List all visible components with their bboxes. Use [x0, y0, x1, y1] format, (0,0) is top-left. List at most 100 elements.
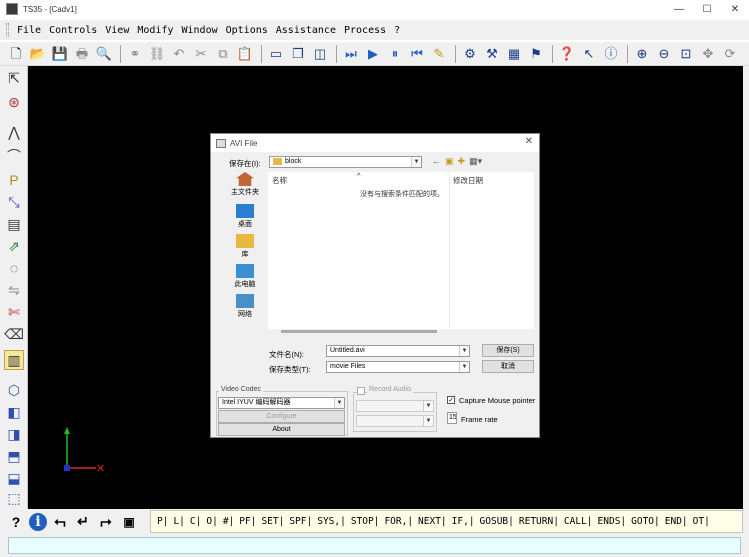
machine-icon[interactable]: ⚙ [460, 44, 480, 64]
command-item[interactable]: C| [190, 516, 201, 527]
dialog-close-button[interactable]: ✕ [525, 136, 533, 147]
trim-icon[interactable]: ✄ [4, 302, 24, 322]
column-name[interactable]: 名称 [272, 175, 287, 186]
command-item[interactable]: O| [206, 516, 217, 527]
panel-icon[interactable]: ▦ [504, 44, 524, 64]
command-item[interactable]: STOP| [351, 516, 380, 527]
command-item[interactable]: NEXT| [418, 516, 447, 527]
menu-modify[interactable]: Modify [133, 25, 177, 36]
place-library[interactable]: 库 [225, 234, 265, 262]
menu-view[interactable]: View [101, 25, 133, 36]
menu-help[interactable]: ? [390, 25, 404, 36]
undo-icon[interactable]: ↶ [169, 44, 189, 64]
filename-input[interactable]: Untitled.avi ▼ [326, 345, 470, 357]
command-item[interactable]: SPF| [289, 516, 312, 527]
view-front-icon[interactable]: ◧ [4, 402, 24, 422]
paste-icon[interactable]: 📋 [235, 44, 255, 64]
pan-icon[interactable]: ✥ [698, 44, 718, 64]
menu-assistance[interactable]: Assistance [272, 25, 340, 36]
command-item[interactable]: #| [223, 516, 234, 527]
step-back-icon[interactable]: ⏮ [407, 44, 427, 64]
audio-format-select[interactable]: ▼ [356, 415, 434, 427]
command-item[interactable]: SET| [261, 516, 284, 527]
play-icon[interactable]: ▶ [363, 44, 383, 64]
link-icon[interactable]: ⛓ [147, 44, 167, 64]
origin-icon[interactable]: ⊛ [4, 92, 24, 112]
file-list[interactable]: 名称 ^ 修改日期 没有与搜索条件匹配的项。 [268, 171, 534, 329]
view-iso-icon[interactable]: ⬡ [4, 380, 24, 400]
command-item[interactable]: RETURN| [519, 516, 559, 527]
zoom-in-icon[interactable]: ⊕ [632, 44, 652, 64]
step-left-icon[interactable]: ⮢ [50, 512, 70, 532]
command-item[interactable]: P| [157, 516, 168, 527]
filetype-select[interactable]: movie Files ▼ [326, 361, 470, 373]
frame-rate-input[interactable]: 15 [447, 412, 457, 424]
select-icon[interactable]: ⇱ [4, 68, 24, 88]
cut-icon[interactable]: ✂ [191, 44, 211, 64]
rotate-icon[interactable]: ⟳ [720, 44, 740, 64]
menu-controls[interactable]: Controls [45, 25, 101, 36]
view-3d-icon[interactable]: ⬓ [4, 468, 24, 488]
window-tile-icon[interactable]: ◫ [310, 44, 330, 64]
horizontal-scrollbar[interactable] [281, 330, 437, 333]
layers-icon[interactable]: ▥ [4, 350, 24, 370]
window-single-icon[interactable]: ▭ [266, 44, 286, 64]
simulation-icon[interactable]: ⚒ [482, 44, 502, 64]
menu-file[interactable]: File [13, 25, 45, 36]
view-menu-icon[interactable]: ▦▾ [469, 156, 482, 168]
command-item[interactable]: SYS,| [317, 516, 346, 527]
close-window-button[interactable]: ✕ [721, 0, 749, 18]
pause-icon[interactable]: ⏸ [385, 44, 405, 64]
view-top-icon[interactable]: ⬒ [4, 446, 24, 466]
command-item[interactable]: L| [173, 516, 184, 527]
info-button[interactable]: i [29, 512, 47, 531]
zoom-out-icon[interactable]: ⊖ [654, 44, 674, 64]
command-item[interactable]: END| [665, 516, 688, 527]
print-icon[interactable]: 🖶 [72, 44, 92, 64]
command-input[interactable] [8, 537, 741, 554]
place-this-pc[interactable]: 此电脑 [225, 264, 265, 292]
new-file-icon[interactable]: 🗋 [6, 44, 26, 64]
copy-icon[interactable]: ⧉ [213, 44, 233, 64]
stop-icon[interactable]: ▣ [119, 512, 139, 532]
command-item[interactable]: PF| [239, 516, 256, 527]
menu-options[interactable]: Options [222, 25, 272, 36]
save-button[interactable]: 保存(S) [482, 344, 534, 357]
up-folder-icon[interactable]: ▣ [445, 156, 454, 168]
polyline-icon[interactable]: ⋀ [4, 122, 24, 142]
help-book-icon[interactable]: ❓ [557, 44, 577, 64]
command-item[interactable]: IF,| [452, 516, 475, 527]
minimize-button[interactable]: — [665, 0, 693, 18]
arc-icon[interactable]: ⌒ [4, 146, 24, 166]
place-network[interactable]: 网络 [225, 294, 265, 322]
erase-icon[interactable]: ⌫ [4, 324, 24, 344]
record-audio-checkbox[interactable] [357, 387, 365, 395]
offset-icon[interactable]: ◌ [4, 258, 24, 278]
view-side-icon[interactable]: ◨ [4, 424, 24, 444]
command-item[interactable]: OT| [693, 516, 710, 527]
command-item[interactable]: FOR,| [384, 516, 413, 527]
point-icon[interactable]: P [4, 170, 24, 190]
command-item[interactable]: CALL| [564, 516, 593, 527]
command-item[interactable]: GOSUB| [480, 516, 514, 527]
cancel-button[interactable]: 取消 [482, 360, 534, 373]
mirror-icon[interactable]: ⇋ [4, 280, 24, 300]
capture-mouse-checkbox[interactable]: ✓ [447, 396, 455, 404]
menu-window[interactable]: Window [177, 25, 221, 36]
view-box-icon[interactable]: ⬚ [4, 488, 24, 508]
open-folder-icon[interactable]: 📂 [28, 44, 48, 64]
return-icon[interactable]: ↵ [73, 512, 93, 532]
context-help-icon[interactable]: ↖ [579, 44, 599, 64]
info-icon[interactable]: ⓘ [601, 44, 621, 64]
dimension-icon[interactable]: ⤡ [4, 192, 24, 212]
step-right-icon[interactable]: ⮣ [96, 512, 116, 532]
zoom-window-icon[interactable]: ⊡ [676, 44, 696, 64]
window-cascade-icon[interactable]: ❐ [288, 44, 308, 64]
place-home[interactable]: 主文件夹 [225, 172, 265, 200]
command-item[interactable]: ENDS| [598, 516, 627, 527]
transform-icon[interactable]: ⇗ [4, 236, 24, 256]
back-icon[interactable]: ← [432, 156, 441, 168]
save-icon[interactable]: 💾 [50, 44, 70, 64]
save-in-select[interactable]: block ▼ [269, 156, 422, 168]
audio-device-select[interactable]: ▼ [356, 400, 434, 412]
